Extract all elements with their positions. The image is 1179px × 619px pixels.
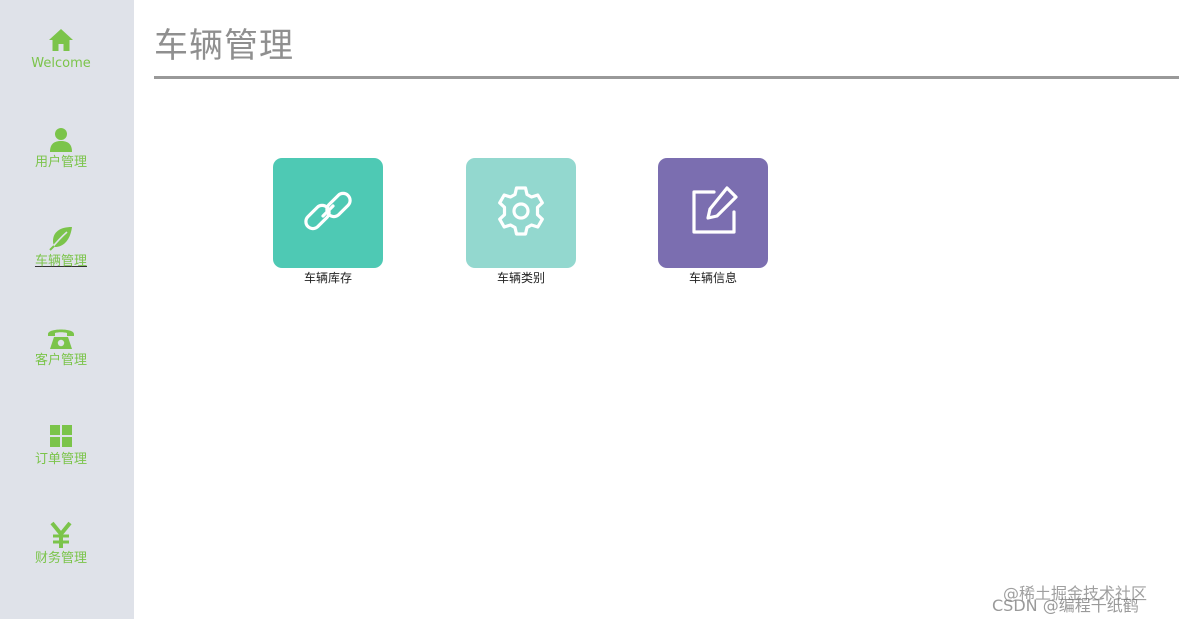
link-icon [299, 182, 357, 244]
home-icon [47, 26, 75, 54]
watermark-csdn: CSDN @编程千纸鹤 [992, 596, 1139, 615]
tile-box[interactable] [466, 158, 576, 268]
sidebar-item-label: 财务管理 [34, 551, 87, 566]
sidebar-item-label: 客户管理 [34, 353, 87, 368]
tile-vehicle-stock[interactable]: 车辆库存 [273, 158, 383, 285]
sidebar-item-label: 车辆管理 [34, 254, 87, 269]
page-title: 车辆管理 [154, 26, 294, 66]
title-divider [154, 76, 1179, 79]
sidebar-item-vehicles[interactable]: 车辆管理 [0, 224, 122, 288]
sidebar-item-label: Welcome [31, 56, 91, 71]
tile-label: 车辆类别 [496, 271, 545, 285]
tile-box[interactable] [658, 158, 768, 268]
leaf-icon [47, 224, 75, 252]
phone-icon [47, 323, 75, 351]
sidebar-item-users[interactable]: 用户管理 [0, 125, 122, 189]
sidebar-item-label: 订单管理 [34, 452, 87, 467]
tile-label: 车辆信息 [688, 271, 737, 285]
sidebar: Welcome 用户管理 车辆管理 客户管理 订单管理 财务管理 [0, 0, 134, 619]
gear-icon [492, 182, 550, 244]
tile-box[interactable] [273, 158, 383, 268]
sidebar-item-welcome[interactable]: Welcome [0, 26, 122, 90]
sidebar-item-finance[interactable]: 财务管理 [0, 521, 122, 585]
tile-vehicle-category[interactable]: 车辆类别 [466, 158, 576, 285]
tile-vehicle-info[interactable]: 车辆信息 [658, 158, 768, 285]
sidebar-item-orders[interactable]: 订单管理 [0, 422, 122, 486]
sidebar-item-label: 用户管理 [34, 155, 87, 170]
edit-icon [684, 182, 742, 244]
grid-icon [47, 422, 75, 450]
user-icon [47, 125, 75, 153]
sidebar-item-customers[interactable]: 客户管理 [0, 323, 122, 387]
tile-label: 车辆库存 [303, 271, 352, 285]
yen-icon [47, 521, 75, 549]
